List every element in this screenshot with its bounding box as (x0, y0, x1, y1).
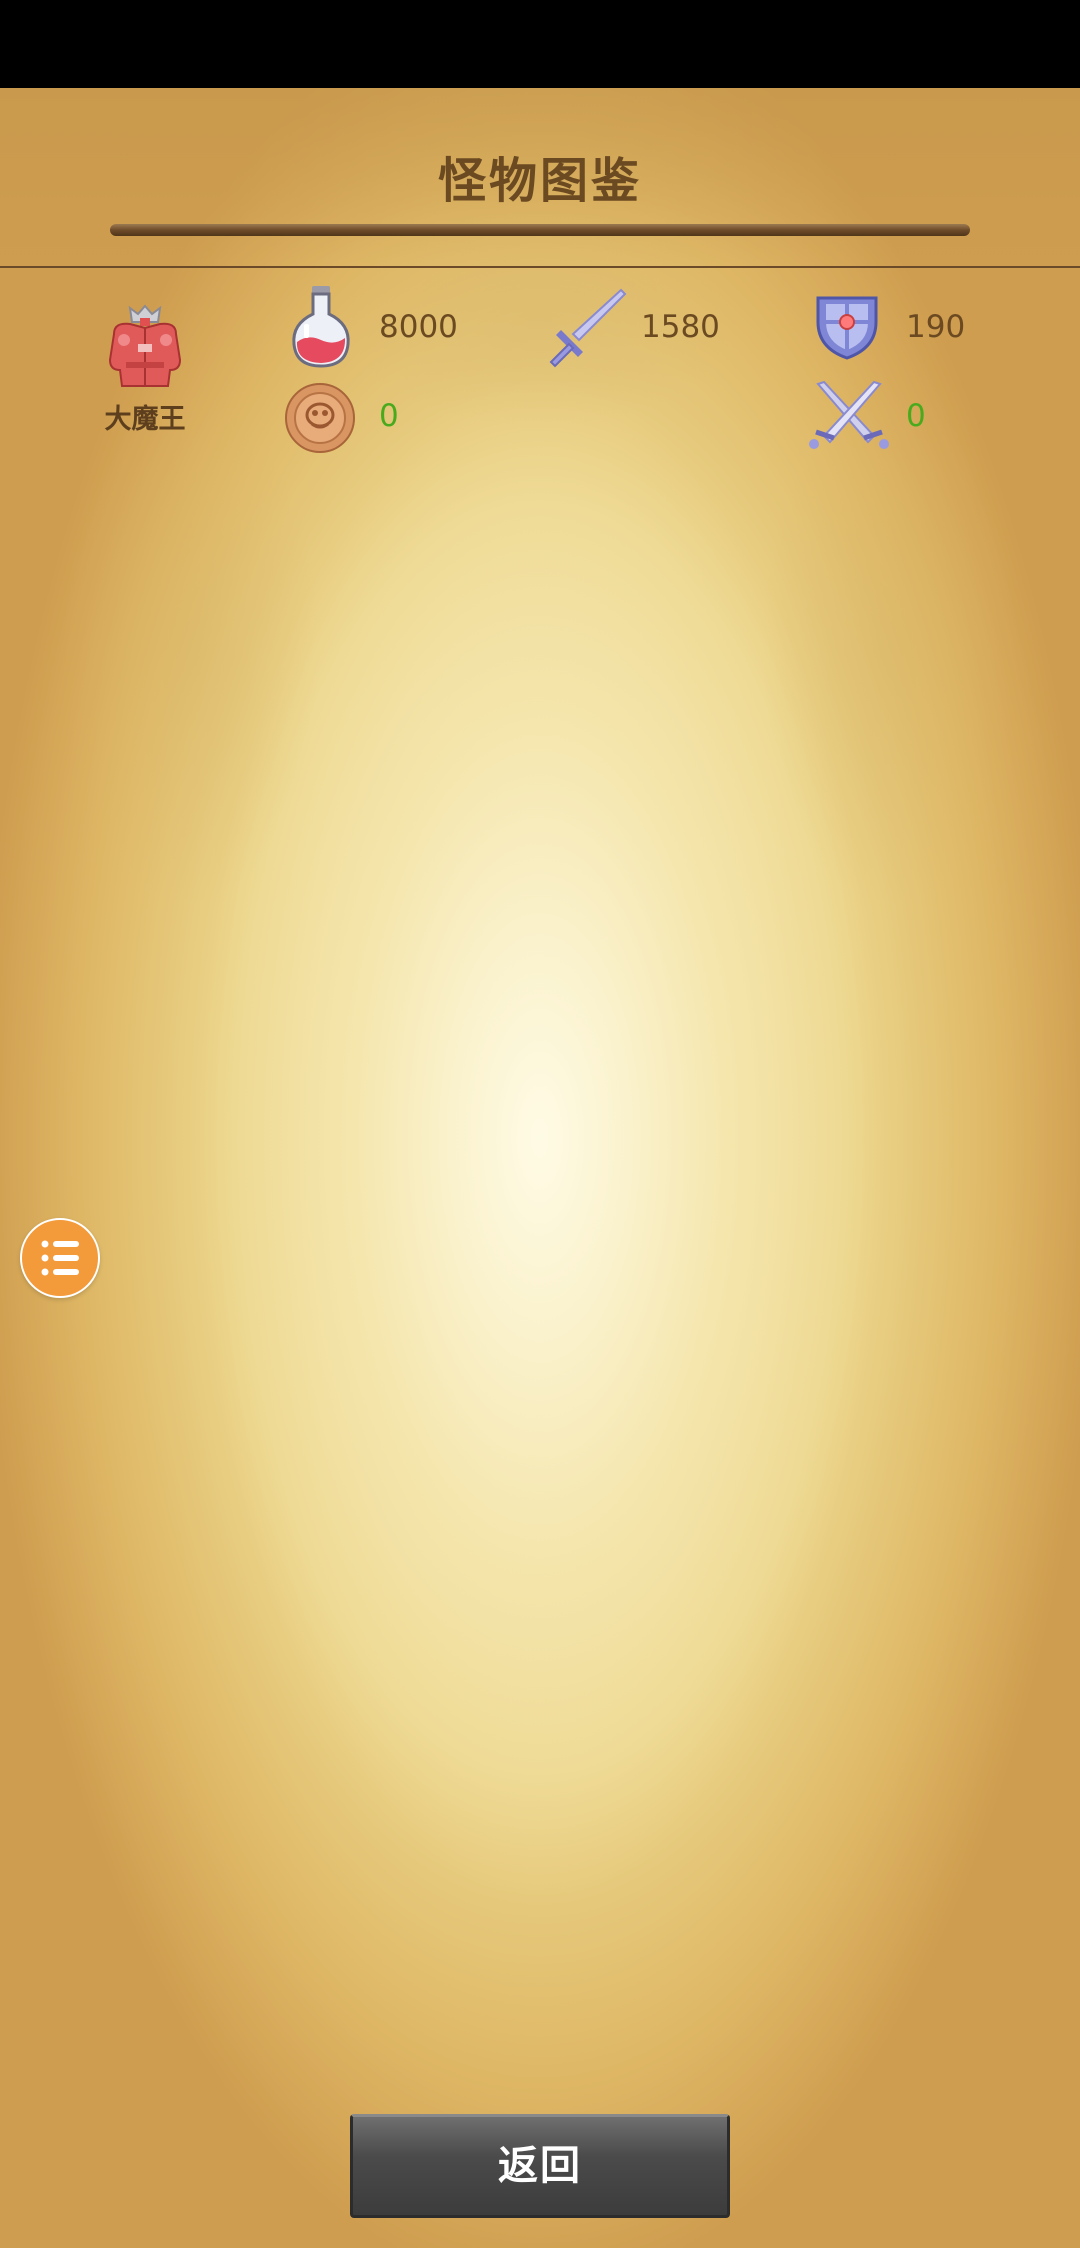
crossed-swords-icon (804, 380, 894, 452)
defense-value: 190 (906, 309, 966, 345)
title-underline (110, 224, 970, 236)
demon-lord-armor-icon (100, 300, 190, 392)
monster-name: 大魔王 (104, 404, 186, 435)
list-icon (41, 1240, 79, 1276)
sword-icon (545, 286, 627, 368)
hp-value: 8000 (379, 309, 458, 345)
gold-value: 0 (379, 398, 399, 434)
coin-icon (284, 382, 356, 454)
status-bar (0, 0, 1080, 88)
header-divider (0, 266, 1080, 268)
page-title: 怪物图鉴 (437, 153, 642, 209)
attack-value: 1580 (641, 309, 720, 345)
damage-value: 0 (906, 398, 926, 434)
potion-icon (288, 284, 354, 370)
back-button[interactable]: 返回 (350, 2114, 730, 2218)
floating-menu-button[interactable] (20, 1218, 100, 1298)
shield-icon (812, 292, 882, 362)
